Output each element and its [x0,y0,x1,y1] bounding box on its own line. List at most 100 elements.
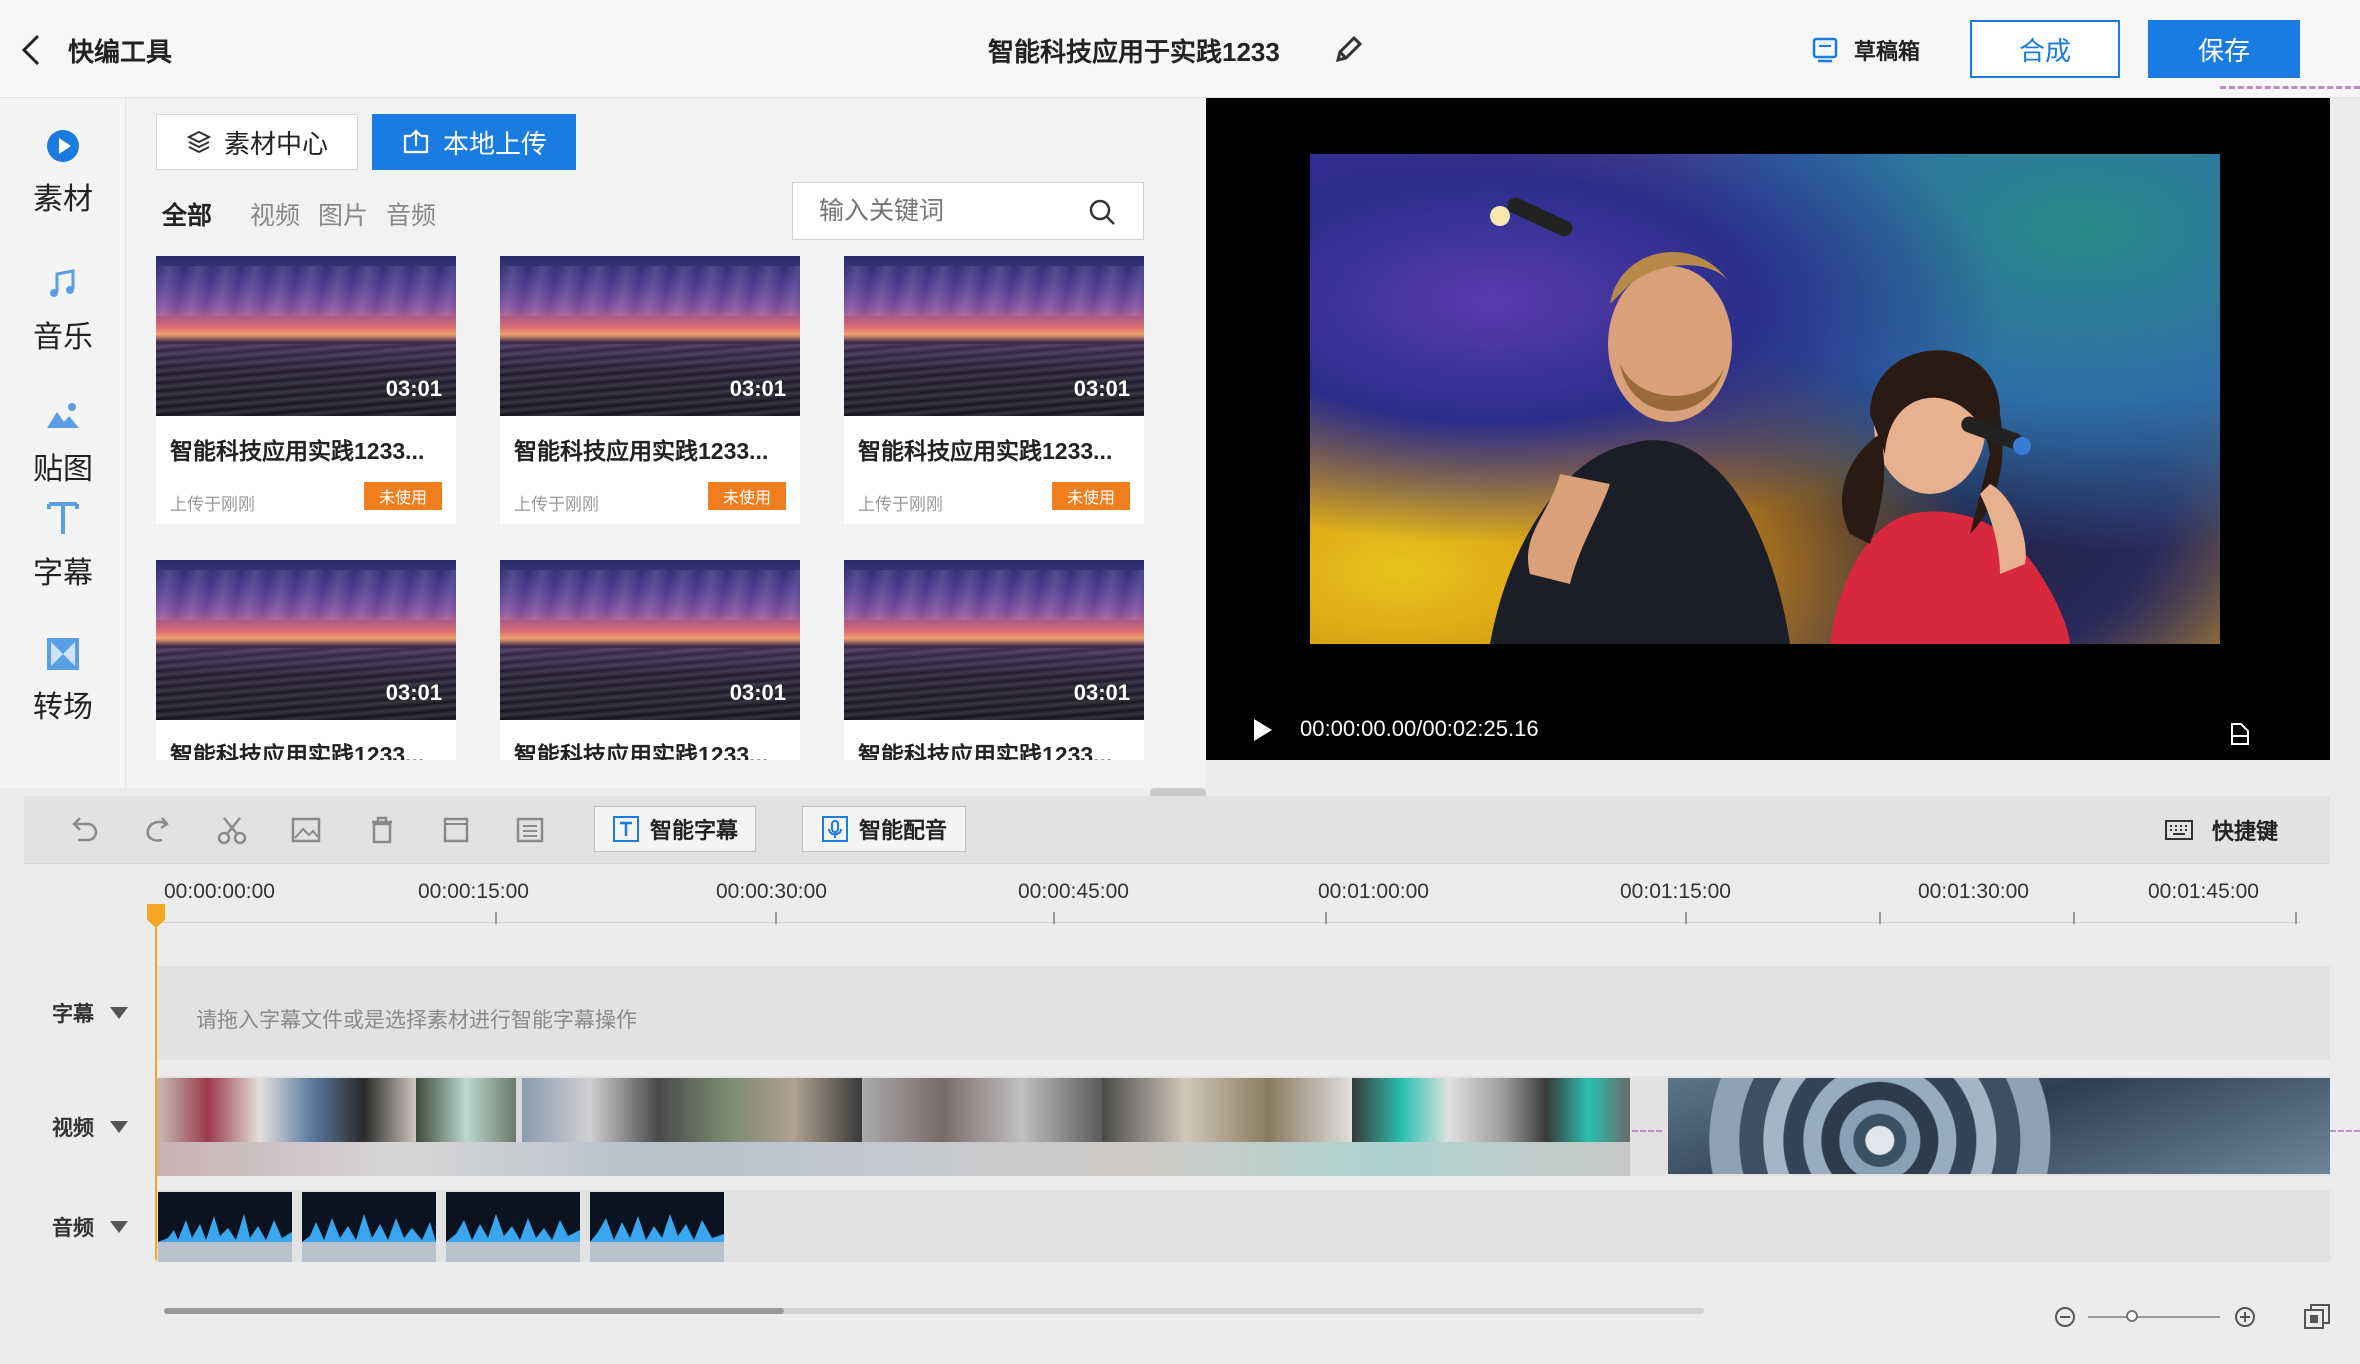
duration-label: 03:01 [385,680,442,705]
track-name: 视频 [52,1117,94,1140]
filter-all[interactable]: 全部 [162,196,212,232]
fit-to-window-icon[interactable] [2302,1302,2332,1332]
save-button[interactable]: 保存 [2148,20,2300,78]
export-frame-icon[interactable] [2226,720,2254,748]
project-title: 智能科技应用于实践1233 [988,37,1280,67]
card-subtitle: 上传于刚刚 [858,495,943,514]
transition-icon [45,636,81,672]
drafts-label: 草稿箱 [1854,39,1921,64]
microphone-icon [821,815,849,843]
sidebar-item-transition[interactable]: 转场 [0,636,126,726]
layers-icon [186,129,212,155]
button-label: 智能字幕 [649,818,738,843]
sidebar-item-music[interactable]: 音乐 [0,266,126,356]
filter-audio[interactable]: 音频 [386,196,436,232]
card-subtitle: 上传于刚刚 [170,495,255,514]
tab-material-center[interactable]: 素材中心 [156,114,358,170]
copy-icon[interactable] [438,812,474,848]
media-card[interactable]: 03:01 智能科技应用实践1233... [500,560,800,760]
sidebar: 素材 音乐 贴图 字幕 转场 [0,98,126,788]
trash-icon[interactable] [364,812,400,848]
keyboard-icon [2164,818,2194,842]
caret-down-icon [110,1221,128,1233]
back-arrow-icon[interactable] [14,30,54,70]
play-circle-icon [45,128,81,164]
duration-label: 03:01 [1073,680,1130,705]
shortcut-button[interactable]: 快捷键 [2164,814,2278,846]
drafts-button[interactable]: 草稿箱 [1810,30,1920,70]
card-subtitle: 上传于刚刚 [514,495,599,514]
selection-dashed-line [2220,86,2360,89]
list-icon[interactable] [512,812,548,848]
track-label-subtitle[interactable]: 字幕 [52,998,128,1028]
playhead-line [155,920,157,1260]
text-t-icon [45,498,81,538]
video-clip[interactable] [156,1078,1630,1176]
timeline-scrollbar-thumb[interactable] [164,1308,784,1314]
track-name: 字幕 [52,1003,94,1026]
track-label-video[interactable]: 视频 [52,1112,128,1142]
compose-button[interactable]: 合成 [1970,20,2120,78]
sidebar-item-subtitle[interactable]: 字幕 [0,498,126,592]
drafts-icon [1810,35,1840,65]
redo-icon[interactable] [140,812,176,848]
card-title: 智能科技应用实践1233... [514,438,769,464]
edit-pencil-icon[interactable] [1328,30,1368,70]
sidebar-item-label: 字幕 [33,557,93,590]
zoom-slider-knob[interactable] [2126,1310,2138,1322]
search-icon[interactable] [1087,197,1117,227]
card-title: 智能科技应用实践1233... [858,742,1113,760]
sidebar-item-label: 音乐 [33,321,93,354]
sidebar-item-sticker[interactable]: 贴图 [0,398,126,488]
shortcut-label: 快捷键 [2212,819,2279,844]
caret-down-icon [110,1121,128,1133]
media-card[interactable]: 03:01 智能科技应用实践1233... [844,560,1144,760]
ruler-ticks [495,912,2297,924]
smart-dub-button[interactable]: 智能配音 [802,806,966,852]
image-frame-icon[interactable] [288,812,324,848]
audio-clip[interactable] [590,1192,724,1262]
smart-subtitle-button[interactable]: 智能字幕 [594,806,756,852]
undo-icon[interactable] [66,812,102,848]
audio-clip[interactable] [446,1192,580,1262]
duration-label: 03:01 [385,376,442,401]
card-title: 智能科技应用实践1233... [514,742,769,760]
play-icon[interactable] [1248,716,1276,744]
status-badge: 未使用 [364,482,442,510]
ruler-tick-label: 00:00:15:00 [418,880,529,903]
duration-label: 03:01 [729,376,786,401]
status-badge: 未使用 [708,482,786,510]
search-input[interactable] [819,197,1079,226]
music-note-icon [45,266,81,302]
sidebar-item-material[interactable]: 素材 [0,128,126,218]
zoom-slider[interactable] [2088,1316,2220,1318]
filter-image[interactable]: 图片 [318,196,368,232]
clip-gap-indicator [2330,1130,2360,1132]
media-card[interactable]: 03:01 智能科技应用实践1233... 上传于刚刚 未使用 [156,256,456,524]
media-card[interactable]: 03:01 智能科技应用实践1233... 上传于刚刚 未使用 [500,256,800,524]
app-title: 快编工具 [68,37,173,67]
sidebar-item-label: 贴图 [33,453,93,486]
card-title: 智能科技应用实践1233... [858,438,1113,464]
ruler-tick-label: 00:01:30:00 [1918,880,2029,903]
video-clip[interactable] [1668,1078,2330,1174]
playback-time: 00:00:00.00/00:02:25.16 [1300,716,1539,741]
track-label-audio[interactable]: 音频 [52,1212,128,1242]
media-card[interactable]: 03:01 智能科技应用实践1233... 上传于刚刚 未使用 [844,256,1144,524]
track-name: 音频 [52,1217,94,1240]
tab-local-upload[interactable]: 本地上传 [372,114,576,170]
tab-label: 素材中心 [223,128,328,159]
audio-clip[interactable] [158,1192,292,1262]
ruler-tick-label: 00:01:00:00 [1318,880,1429,903]
media-card[interactable]: 03:01 智能科技应用实践1233... [156,560,456,760]
ruler-tick-label: 00:01:15:00 [1620,880,1731,903]
upload-icon [401,128,431,156]
duration-label: 03:01 [1073,376,1130,401]
zoom-out-icon[interactable] [2054,1306,2076,1328]
scissors-icon[interactable] [214,812,250,848]
mountain-image-icon [45,398,81,434]
zoom-in-icon[interactable] [2234,1306,2256,1328]
audio-clip[interactable] [302,1192,436,1262]
filter-video[interactable]: 视频 [250,196,300,232]
sidebar-item-label: 转场 [33,691,93,724]
